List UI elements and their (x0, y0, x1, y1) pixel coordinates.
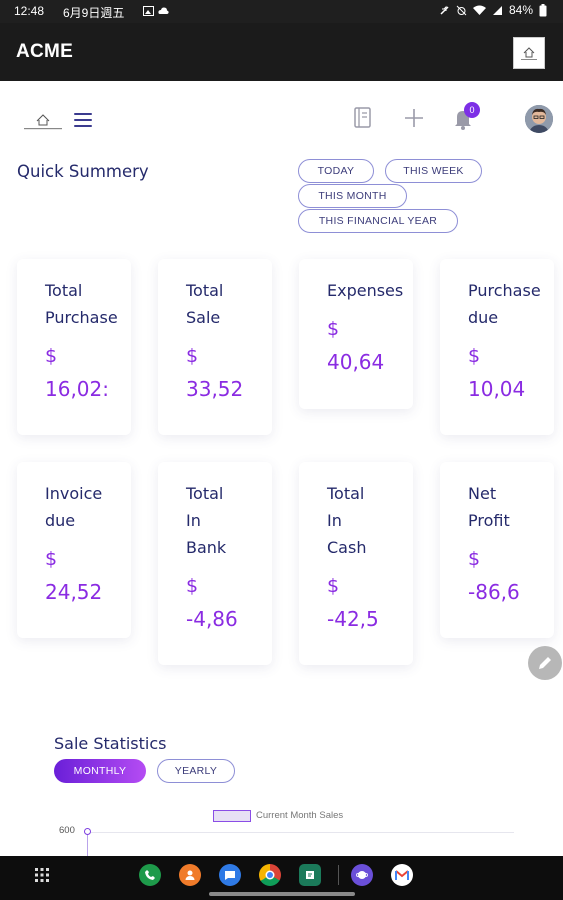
cloud-notification-icon (158, 7, 169, 14)
notification-badge: 0 (464, 102, 480, 118)
alarm-off-icon (456, 5, 467, 15)
status-bar: 12:48 6月9日週五 84% (0, 0, 563, 23)
card-value: -4,86 (186, 607, 238, 631)
yearly-tab[interactable]: YEARLY (157, 759, 235, 783)
contacts-app-icon[interactable] (179, 864, 201, 886)
web-page: 0 Quick Summery TODAY THIS WEEK THIS MON… (4, 81, 563, 856)
card-currency: $ (327, 318, 340, 340)
filter-this-month[interactable]: THIS MONTH (298, 184, 407, 208)
messages-app-icon[interactable] (219, 864, 241, 886)
phone-app-icon[interactable] (139, 864, 161, 886)
taskbar (0, 856, 563, 900)
card-currency: $ (327, 575, 340, 597)
filter-today[interactable]: TODAY (298, 159, 374, 183)
chart-data-point[interactable] (84, 828, 91, 835)
card-net-profit[interactable]: Net Profit $ -86,6 (440, 462, 554, 638)
chrome-app-icon[interactable] (259, 864, 281, 886)
filter-this-financial-year[interactable]: THIS FINANCIAL YEAR (298, 209, 458, 233)
gmail-app-icon[interactable] (391, 864, 413, 886)
card-currency: $ (45, 345, 58, 367)
logo-house-icon (521, 47, 537, 60)
chat-glyph-icon (225, 871, 235, 880)
card-currency: $ (468, 345, 481, 367)
sale-statistics-title: Sale Statistics (54, 734, 167, 753)
card-purchase-due[interactable]: Purchase due $ 10,04 (440, 259, 554, 435)
chart-y-axis (87, 832, 88, 856)
chart-grid-line (86, 832, 514, 833)
status-date: 6月9日週五 (63, 6, 125, 20)
legend-label[interactable]: Current Month Sales (256, 810, 343, 821)
gesture-handle[interactable] (209, 892, 355, 896)
card-total-in-bank[interactable]: Total In Bank $ -4,86 (158, 462, 272, 665)
card-value: 40,64 (327, 350, 385, 374)
person-glyph-icon (185, 870, 195, 880)
pencil-icon (539, 657, 551, 669)
card-label: Net Profit (468, 484, 510, 530)
company-logo-icon[interactable] (513, 37, 545, 69)
card-value: 24,52 (45, 580, 103, 604)
card-label: Total Purchase (45, 281, 118, 327)
hamburger-menu-icon[interactable] (74, 113, 92, 127)
notebook-icon[interactable] (353, 107, 373, 129)
card-invoice-due[interactable]: Invoice due $ 24,52 (17, 462, 131, 638)
card-value: 16,02: (45, 377, 109, 401)
signal-icon (492, 5, 502, 15)
taskbar-separator (338, 865, 339, 885)
planet-glyph-icon (356, 871, 368, 879)
battery-percent: 84% (508, 3, 533, 17)
y-tick-label: 600 (59, 825, 75, 836)
gallery-notification-icon (143, 6, 154, 16)
battery-icon (539, 3, 547, 16)
app-bar: ACME (0, 23, 563, 81)
card-currency: $ (45, 548, 58, 570)
note-glyph-icon (306, 871, 314, 879)
avatar[interactable] (525, 105, 553, 133)
card-label: Purchase due (468, 281, 541, 327)
card-currency: $ (186, 345, 199, 367)
card-label: Invoice due (45, 484, 103, 530)
quick-summary-title: Quick Summery (17, 162, 149, 181)
card-value: -86,6 (468, 580, 520, 604)
card-currency: $ (186, 575, 199, 597)
avatar-icon (525, 105, 553, 133)
card-value: -42,5 (327, 607, 379, 631)
card-value: 10,04 (468, 377, 526, 401)
notes-app-icon[interactable] (299, 864, 321, 886)
mute-icon (440, 5, 449, 15)
apps-grid-icon[interactable] (35, 868, 49, 882)
app-title: ACME (16, 41, 74, 62)
card-total-in-cash[interactable]: Total In Cash $ -42,5 (299, 462, 413, 665)
card-label: Total In Bank (186, 484, 227, 557)
phone-glyph-icon (145, 870, 155, 880)
filter-this-week[interactable]: THIS WEEK (385, 159, 482, 183)
card-value: 33,52 (186, 377, 244, 401)
card-label: Expenses (327, 281, 404, 300)
browser-app-icon[interactable] (351, 864, 373, 886)
status-time: 12:48 (14, 4, 45, 18)
card-total-sale[interactable]: Total Sale $ 33,52 (158, 259, 272, 435)
card-label: Total In Cash (327, 484, 367, 557)
chrome-center-icon (265, 870, 275, 880)
card-total-purchase[interactable]: Total Purchase $ 16,02: (17, 259, 131, 435)
wifi-icon (472, 5, 486, 15)
card-currency: $ (468, 548, 481, 570)
site-logo-icon[interactable] (20, 111, 66, 131)
monthly-tab[interactable]: MONTHLY (54, 759, 146, 783)
edit-fab-button[interactable] (528, 646, 562, 680)
gmail-glyph-icon (395, 869, 409, 880)
card-expenses[interactable]: Expenses $ 40,64 (299, 259, 413, 409)
plus-icon[interactable] (403, 107, 425, 129)
card-label: Total Sale (186, 281, 224, 327)
legend-swatch[interactable] (213, 810, 251, 822)
